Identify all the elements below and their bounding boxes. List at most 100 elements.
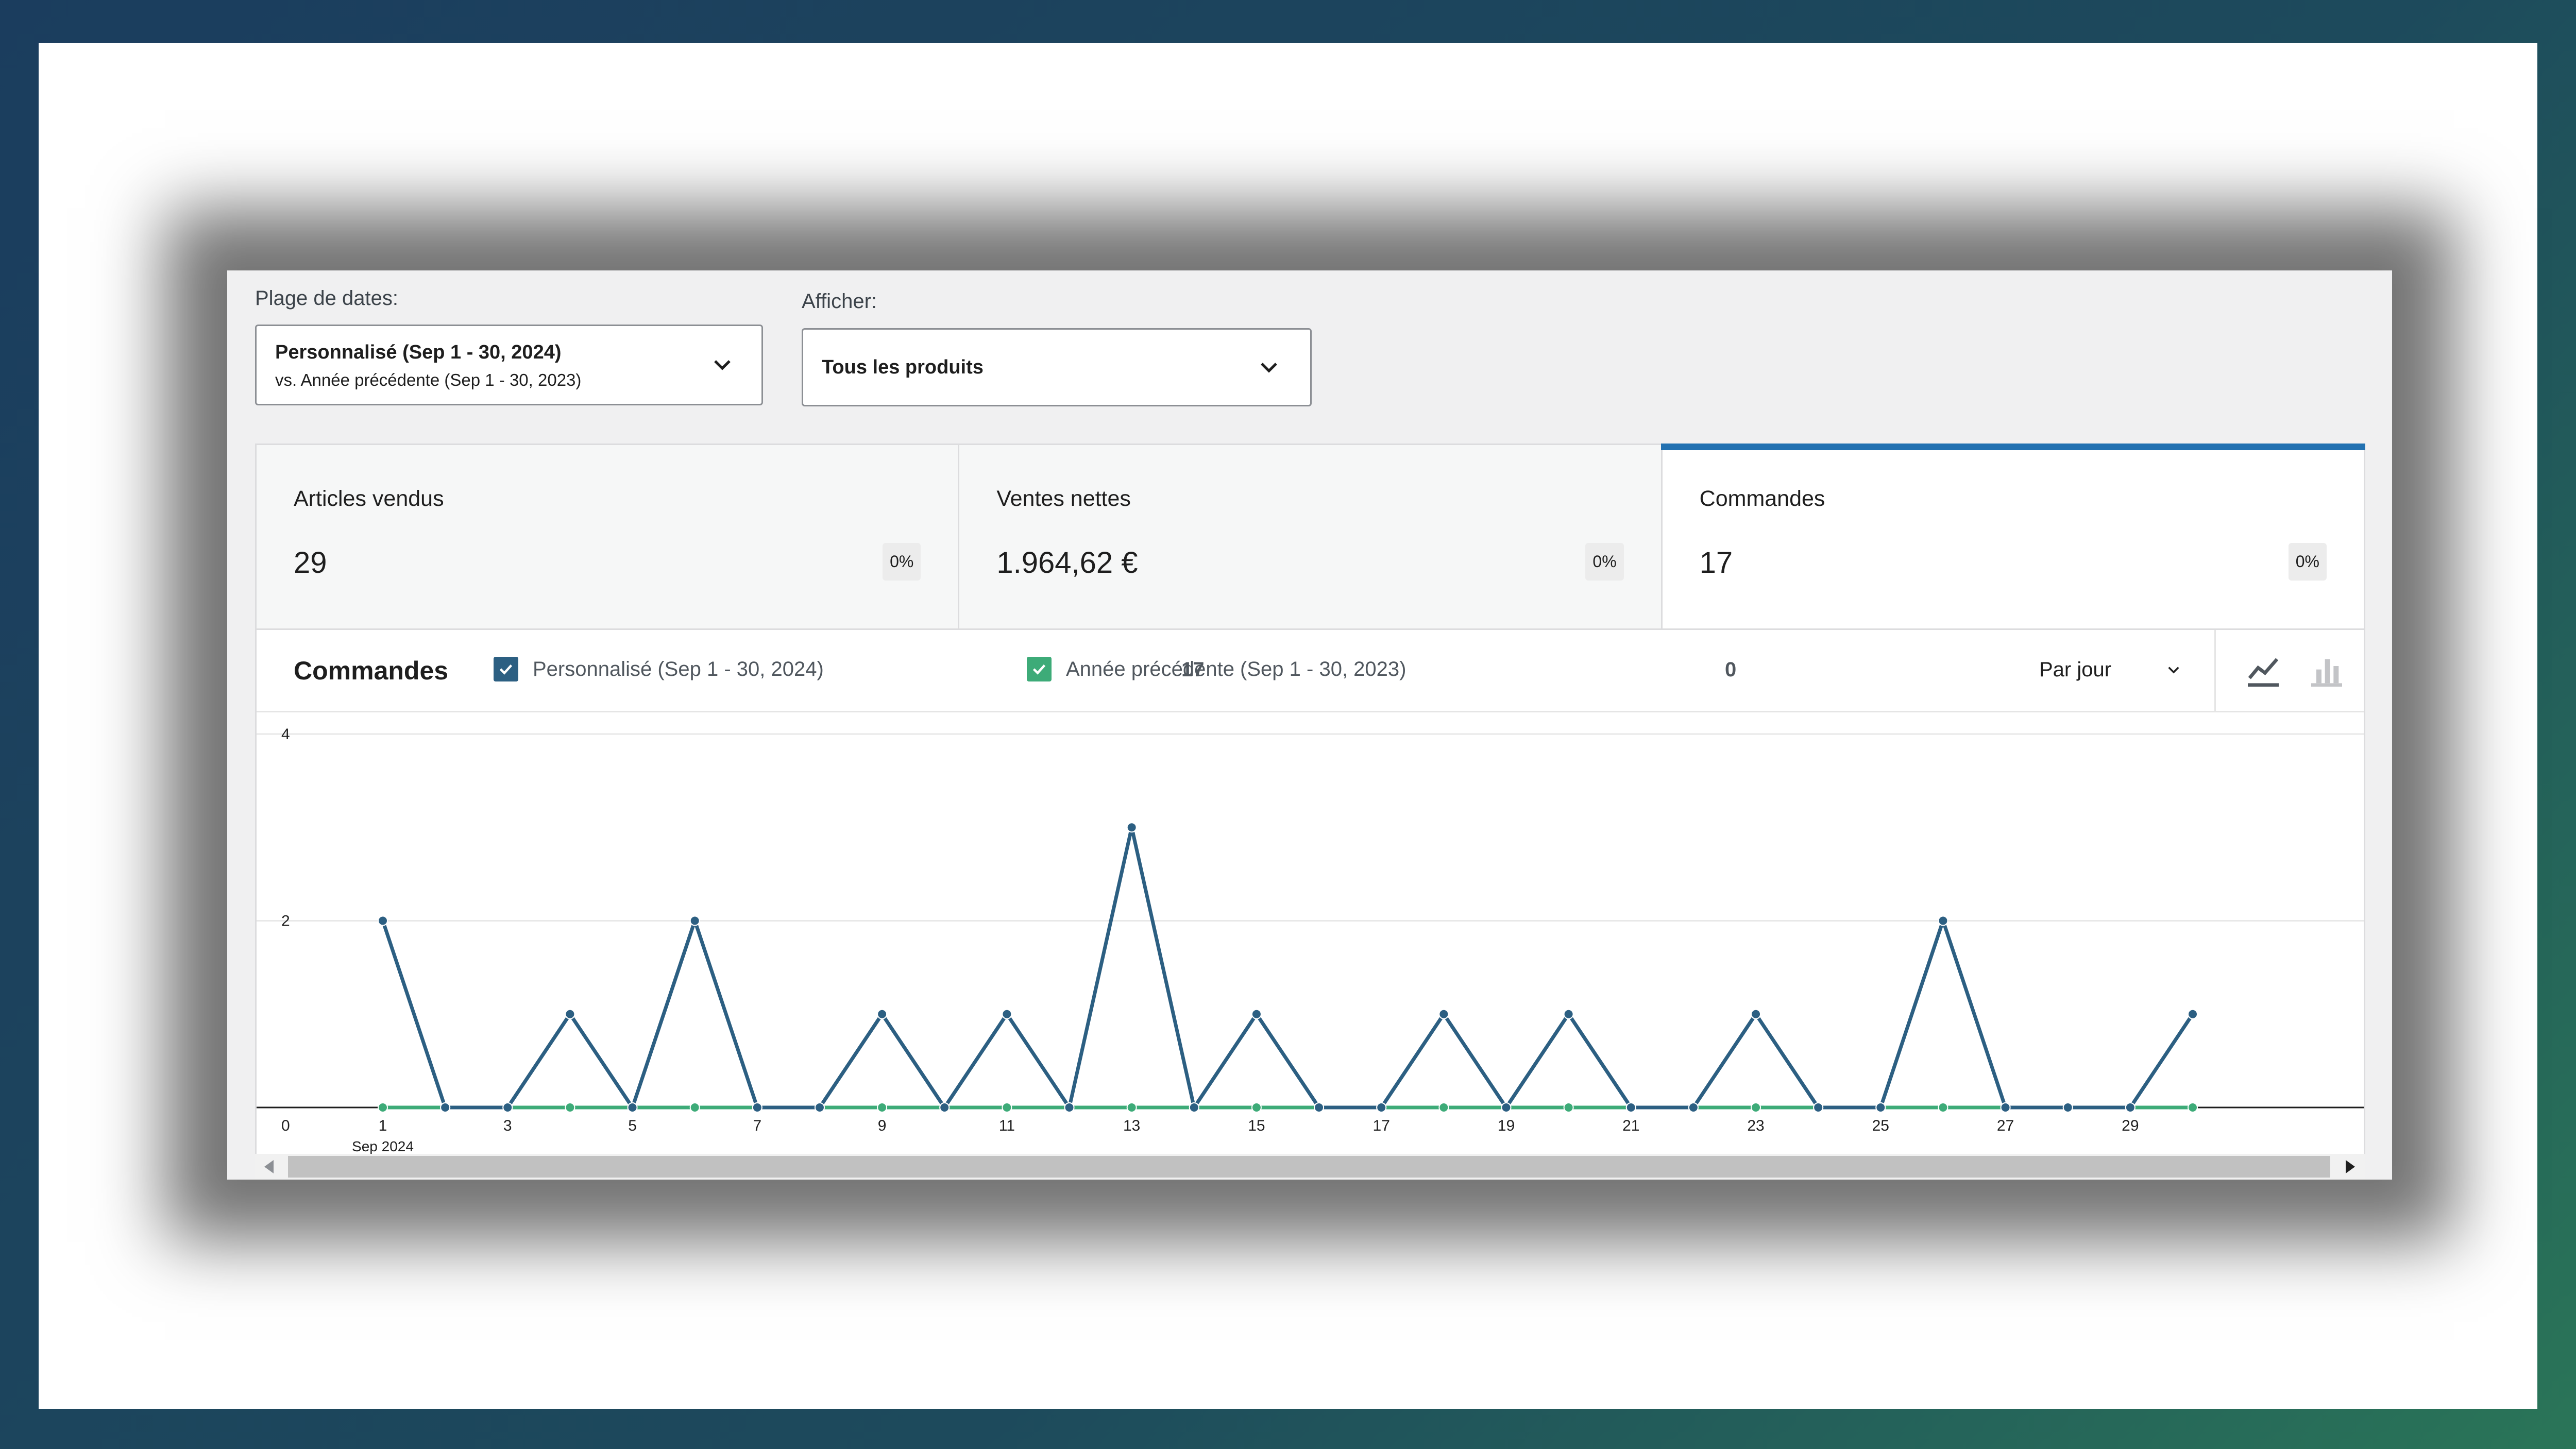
summary-card-articles[interactable]: Articles vendus 29 0% bbox=[257, 445, 960, 628]
scroll-left-icon[interactable] bbox=[264, 1160, 274, 1173]
data-point bbox=[1251, 1009, 1262, 1019]
data-point bbox=[1126, 1102, 1137, 1113]
date-range-select[interactable]: Personnalisé (Sep 1 - 30, 2024) vs. Anné… bbox=[255, 325, 763, 405]
chart-header: Commandes Personnalisé (Sep 1 - 30, 2024… bbox=[257, 630, 2364, 712]
legend-label: Année précédente (Sep 1 - 30, 2023) bbox=[1066, 657, 1406, 680]
data-point bbox=[752, 1102, 762, 1113]
data-point bbox=[378, 1102, 388, 1113]
interval-select[interactable]: Par jour bbox=[2039, 658, 2111, 681]
x-tick-label: 3 bbox=[503, 1117, 512, 1134]
x-tick-label: 25 bbox=[1872, 1117, 1889, 1134]
data-point bbox=[1625, 1102, 1636, 1113]
x-tick-label: 19 bbox=[1498, 1117, 1515, 1134]
data-point bbox=[689, 1102, 700, 1113]
summary-card-commandes[interactable]: Commandes 17 0% bbox=[1660, 444, 2366, 628]
data-point bbox=[1002, 1102, 1012, 1113]
chart-title: Commandes bbox=[294, 656, 449, 685]
x-tick-label: 1 bbox=[379, 1117, 387, 1134]
analytics-panel: Plage de dates: Personnalisé (Sep 1 - 30… bbox=[227, 270, 2392, 1180]
summary-card-ventes[interactable]: Ventes nettes 1.964,62 € 0% bbox=[959, 445, 1663, 628]
data-point bbox=[1751, 1102, 1761, 1113]
x-tick-label: 17 bbox=[1373, 1117, 1390, 1134]
date-range-secondary: vs. Année précédente (Sep 1 - 30, 2023) bbox=[275, 370, 582, 389]
data-point bbox=[1314, 1102, 1325, 1113]
chart-container: Commandes Personnalisé (Sep 1 - 30, 2024… bbox=[255, 630, 2365, 1180]
data-point bbox=[2188, 1009, 2198, 1019]
x-tick-label: 13 bbox=[1123, 1117, 1140, 1134]
line-chart-icon[interactable] bbox=[2243, 651, 2284, 692]
delta-badge: 0% bbox=[883, 543, 921, 581]
checkbox-checked-icon[interactable] bbox=[1027, 657, 1052, 681]
data-point bbox=[1064, 1102, 1075, 1113]
show-select[interactable]: Tous les produits bbox=[802, 328, 1312, 406]
data-point bbox=[1563, 1102, 1574, 1113]
line-chart: 0241 3 5 7 9 11 13 15 17 19 21 23 25 27 29Sep 2024 bbox=[257, 726, 2364, 1154]
show-value: Tous les produits bbox=[822, 356, 984, 378]
x-tick-label: 29 bbox=[2122, 1117, 2139, 1134]
data-point bbox=[2188, 1102, 2198, 1113]
chevron-down-icon bbox=[1261, 363, 1277, 373]
data-point bbox=[440, 1102, 451, 1113]
data-point bbox=[2000, 1102, 2011, 1113]
divider bbox=[2214, 630, 2216, 712]
delta-badge: 0% bbox=[2288, 543, 2327, 581]
data-point bbox=[1501, 1102, 1512, 1113]
data-point bbox=[877, 1009, 888, 1019]
data-point bbox=[1251, 1102, 1262, 1113]
bar-chart-icon[interactable] bbox=[2306, 651, 2347, 692]
data-point bbox=[1813, 1102, 1824, 1113]
legend-item-previous[interactable]: Année précédente (Sep 1 - 30, 2023) bbox=[1027, 657, 1406, 681]
data-point bbox=[1938, 915, 1948, 926]
data-point bbox=[565, 1009, 575, 1019]
data-point bbox=[1938, 1102, 1948, 1113]
data-point bbox=[502, 1102, 513, 1113]
card-label: Commandes bbox=[1699, 486, 1825, 511]
data-point bbox=[2062, 1102, 2073, 1113]
data-point bbox=[1688, 1102, 1699, 1113]
x-tick-label: 7 bbox=[753, 1117, 761, 1134]
legend-total: 0 bbox=[1725, 658, 1737, 681]
y-tick-label: 0 bbox=[281, 1117, 290, 1134]
card-value: 17 bbox=[1699, 546, 1733, 579]
data-point bbox=[1563, 1009, 1574, 1019]
y-tick-label: 2 bbox=[281, 913, 290, 930]
x-tick-label: 27 bbox=[1997, 1117, 2014, 1134]
legend-item-current[interactable]: Personnalisé (Sep 1 - 30, 2024) bbox=[494, 657, 824, 681]
x-tick-label: 5 bbox=[628, 1117, 637, 1134]
x-sublabel: Sep 2024 bbox=[352, 1138, 414, 1154]
chevron-down-icon bbox=[714, 360, 731, 370]
card-value: 1.964,62 € bbox=[996, 546, 1138, 579]
data-point bbox=[1438, 1102, 1449, 1113]
data-point bbox=[1751, 1009, 1761, 1019]
x-tick-label: 11 bbox=[999, 1117, 1015, 1134]
data-point bbox=[877, 1102, 888, 1113]
data-point bbox=[2125, 1102, 2136, 1113]
data-point bbox=[627, 1102, 638, 1113]
x-tick-label: 23 bbox=[1747, 1117, 1764, 1134]
data-point bbox=[689, 915, 700, 926]
data-point bbox=[378, 915, 388, 926]
data-point bbox=[1875, 1102, 1886, 1113]
legend-label: Personnalisé (Sep 1 - 30, 2024) bbox=[533, 657, 824, 680]
delta-badge: 0% bbox=[1585, 543, 1624, 581]
show-label: Afficher: bbox=[802, 290, 877, 313]
data-point bbox=[1438, 1009, 1449, 1019]
data-point bbox=[1376, 1102, 1387, 1113]
y-tick-label: 4 bbox=[281, 726, 290, 743]
x-tick-label: 21 bbox=[1622, 1117, 1639, 1134]
scroll-right-icon[interactable] bbox=[2346, 1160, 2355, 1173]
data-point bbox=[1002, 1009, 1012, 1019]
data-point bbox=[1189, 1102, 1199, 1113]
data-point bbox=[565, 1102, 575, 1113]
card-label: Articles vendus bbox=[294, 486, 444, 511]
x-tick-label: 9 bbox=[878, 1117, 887, 1134]
checkbox-checked-icon[interactable] bbox=[494, 657, 518, 681]
data-point bbox=[939, 1102, 950, 1113]
scroll-thumb[interactable] bbox=[288, 1156, 2330, 1178]
chart-scrollbar[interactable] bbox=[255, 1154, 2365, 1180]
date-range-primary: Personnalisé (Sep 1 - 30, 2024) bbox=[275, 342, 562, 363]
series-line bbox=[381, 825, 2194, 1110]
chevron-down-icon bbox=[2168, 667, 2179, 674]
date-range-label: Plage de dates: bbox=[255, 287, 398, 310]
x-tick-label: 15 bbox=[1248, 1117, 1265, 1134]
